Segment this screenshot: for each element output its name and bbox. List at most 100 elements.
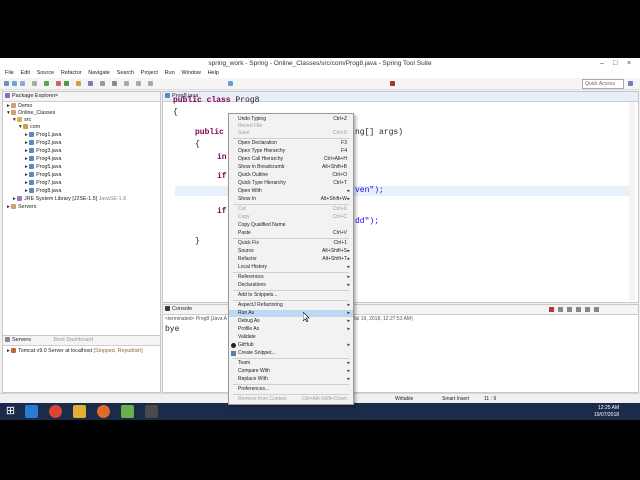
firefox-icon[interactable] [97,405,110,418]
tree-item-prog7[interactable]: ▸ Prog7.java [25,180,61,186]
menu-item-local-history[interactable]: Local History ▸ [229,264,353,271]
menu-item-debug-as[interactable]: Debug As ▸ [229,318,353,325]
save-all-icon[interactable] [20,81,25,86]
run-icon[interactable] [64,81,69,86]
maximize-icon[interactable]: □ [613,58,617,69]
menu-source[interactable]: Source [37,70,54,76]
scroll-lock-icon[interactable] [576,307,581,312]
menu-item-quick-type-hierarchy[interactable]: Quick Type Hierarchy Ctrl+T [229,180,353,187]
menu-item-save[interactable]: Save Ctrl+S [229,130,353,137]
tree-item-demo[interactable]: ▸ Demo [7,103,32,109]
editor-scrollbar[interactable] [629,102,635,300]
tree-item-prog1[interactable]: ▸ Prog1.java [25,132,61,138]
chrome-icon[interactable] [49,405,62,418]
tree-item-prog4[interactable]: ▸ Prog4.java [25,156,61,162]
tree-item-prog5[interactable]: ▸ Prog5.java [25,164,61,170]
menu-item-refactor[interactable]: Refactor Alt+Shift+T ▸ [229,256,353,263]
search-icon[interactable] [112,81,117,86]
menu-item-open-call-hierarchy[interactable]: Open Call Hierarchy Ctrl+Alt+H [229,156,353,163]
menu-item-undo-typing[interactable]: Undo Typing Ctrl+Z [229,116,353,123]
file-explorer-icon[interactable] [73,405,86,418]
windows-start-icon[interactable]: ⊞ [4,405,17,418]
spring-tool-suite-taskbar-icon[interactable] [121,405,134,418]
tab-boot-dashboard[interactable]: Boot Dashboard [53,337,93,343]
forward-icon[interactable] [148,81,153,86]
menu-item-show-in-breadcrumb[interactable]: Show in Breadcrumb Alt+Shift+B [229,164,353,171]
code-line-1[interactable]: public class Prog8 [173,96,259,105]
menu-navigate[interactable]: Navigate [88,70,110,76]
back-icon[interactable] [136,81,141,86]
menu-item-preferences[interactable]: Preferences... [229,386,353,393]
toolbar-red-icon[interactable] [390,81,395,86]
menu-item-show-in[interactable]: Show In Alt+Shift+W ▸ [229,196,353,203]
spring-boot-icon[interactable] [228,81,233,86]
tree-item-online-classes[interactable]: ▾ Online_Classes [7,110,55,116]
menu-item-quick-outline[interactable]: Quick Outline Ctrl+O [229,172,353,179]
display-console-icon[interactable] [594,307,599,312]
spring-icon[interactable] [44,81,49,86]
minimize-icon[interactable]: – [600,58,604,69]
tree-item-jre[interactable]: ▸ JRE System Library [J2SE-1.5] JavaSE-1… [13,196,126,202]
perspective-icon[interactable] [628,81,633,86]
code-line-7[interactable]: if [217,207,227,216]
menu-item-declarations[interactable]: Declarations ▸ [229,282,353,289]
menu-item-open-declaration[interactable]: Open Declaration F3 [229,140,353,147]
menu-item-replace-with[interactable]: Replace With ▸ [229,376,353,383]
menu-item-quick-fix[interactable]: Quick Fix Ctrl+1 [229,240,353,247]
menu-item-validate[interactable]: Validate [229,334,353,341]
menu-item-run-as[interactable]: Run As ▸ [229,310,353,317]
open-type-icon[interactable] [100,81,105,86]
menu-window[interactable]: Window [181,70,201,76]
menu-refactor[interactable]: Refactor [61,70,82,76]
menu-help[interactable]: Help [208,70,219,76]
pin-console-icon[interactable] [585,307,590,312]
code-line-4[interactable]: { [195,140,200,149]
tree-item-prog6[interactable]: ▸ Prog6.java [25,172,61,178]
menu-item-open-type-hierarchy[interactable]: Open Type Hierarchy F4 [229,148,353,155]
menu-item-revert-file[interactable]: Revert File [229,123,353,130]
new-java-class-icon[interactable] [88,81,93,86]
tree-item-prog8[interactable]: ▸ Prog8.java [25,188,61,194]
menu-item-paste[interactable]: Paste Ctrl+V [229,230,353,237]
code-line-6-right[interactable]: ven"); [355,186,384,195]
code-line-5[interactable]: in [217,153,227,162]
menu-item-add-to-snippets[interactable]: Add to Snippets... [229,292,353,299]
package-explorer-title[interactable]: Package Explorer [12,93,55,99]
code-line-3-right[interactable]: ng[] args) [355,128,403,137]
tree-item-prog3[interactable]: ▸ Prog3.java [25,148,61,154]
terminate-icon[interactable] [549,307,554,312]
tree-item-prog2[interactable]: ▸ Prog2.java [25,140,61,146]
external-tools-icon[interactable] [76,81,81,86]
menu-edit[interactable]: Edit [21,70,30,76]
quick-access-input[interactable]: Quick Access [582,79,624,89]
next-annotation-icon[interactable] [124,81,129,86]
menu-item-team[interactable]: Team ▸ [229,360,353,367]
menu-item-open-with[interactable]: Open With ▸ [229,188,353,195]
remove-launch-icon[interactable] [558,307,563,312]
close-view-icon[interactable]: × [55,92,58,101]
menu-project[interactable]: Project [141,70,158,76]
save-icon[interactable] [12,81,17,86]
edge-icon[interactable] [25,405,38,418]
code-line-3[interactable]: public [195,128,224,137]
menu-item-github[interactable]: GitHub ▸ [229,342,353,349]
menu-item-copy[interactable]: Copy Ctrl+C [229,214,353,221]
menu-item-references[interactable]: References ▸ [229,274,353,281]
code-line-8[interactable]: } [195,237,200,246]
menu-item-profile-as[interactable]: Profile As ▸ [229,326,353,333]
code-line-2[interactable]: { [173,108,178,117]
close-icon[interactable]: × [627,58,631,69]
screen-recorder-icon[interactable] [145,405,158,418]
menu-file[interactable]: File [5,70,14,76]
menu-run[interactable]: Run [165,70,175,76]
menu-item-copy-qualified-name[interactable]: Copy Qualified Name [229,222,353,229]
tree-item-servers[interactable]: ▸ Servers [7,204,36,210]
console-title[interactable]: Console [172,306,192,312]
clear-console-icon[interactable] [567,307,572,312]
print-icon[interactable] [32,81,37,86]
code-line-7-right[interactable]: dd"); [355,217,379,226]
menu-item-cut[interactable]: Cut Ctrl+X [229,206,353,213]
server-item[interactable]: ▸ Tomcat v9.0 Server at localhost [Stopp… [7,348,143,354]
debug-icon[interactable] [56,81,61,86]
menu-item-source[interactable]: Source Alt+Shift+S ▸ [229,248,353,255]
